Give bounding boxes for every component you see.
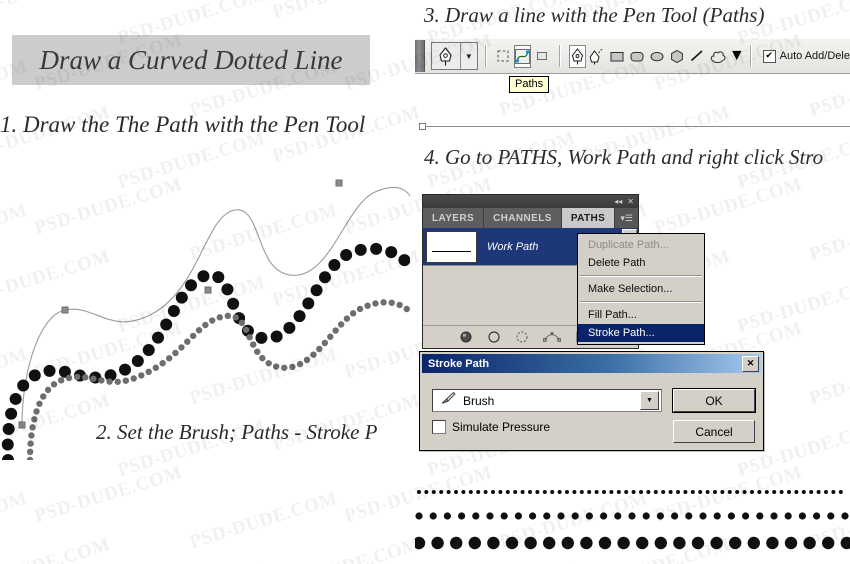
dialog-body: Brush ▼ Simulate Pressure OK Cancel <box>420 375 763 451</box>
anchor-point <box>18 421 26 429</box>
path-thumbnail-line <box>432 250 471 252</box>
close-icon[interactable]: ✕ <box>627 197 634 206</box>
watermark-text: PSD-DUDE.COM <box>270 0 423 24</box>
watermark-text: PSD-DUDE.COM <box>652 174 805 239</box>
ellipse-tool-icon[interactable] <box>648 45 666 68</box>
anchor-point <box>61 306 69 314</box>
pen-tool-icon[interactable] <box>432 43 461 69</box>
close-icon[interactable]: ✕ <box>742 355 759 372</box>
dotted-line-small <box>417 490 843 494</box>
active-tool-well[interactable]: ▼ <box>430 42 478 70</box>
fill-path-with-foreground-icon[interactable] <box>459 330 473 344</box>
anchor-point <box>204 286 212 294</box>
panel-titlebar: ◂◂ ✕ <box>423 195 638 208</box>
anchor-point <box>335 179 343 187</box>
pen-tool-icon[interactable] <box>568 44 586 68</box>
divider <box>484 45 487 67</box>
make-work-path-from-selection-icon[interactable] <box>543 330 561 344</box>
tool-preset-caret-icon[interactable]: ▼ <box>461 43 477 69</box>
page-title: Draw a Curved Dotted Line <box>39 45 343 75</box>
stroke-path-dialog[interactable]: Stroke Path ✕ Brush ▼ Simulate Pressure … <box>419 351 764 451</box>
custom-shape-tool-icon[interactable] <box>708 45 728 68</box>
watermark-text: PSD-DUDE.COM <box>32 462 185 527</box>
watermark-text: PSD-DUDE.COM <box>0 0 113 24</box>
menu-divider <box>580 301 702 303</box>
chevron-down-icon[interactable]: ▼ <box>640 391 659 410</box>
divider <box>558 45 561 67</box>
checkbox-box[interactable] <box>432 420 446 434</box>
pen-path-curve <box>21 186 410 426</box>
panel-tab-row[interactable]: LAYERS CHANNELS PATHS ▾☰ <box>423 208 638 228</box>
step-4-heading: 4. Go to PATHS, Work Path and right clic… <box>424 145 824 169</box>
stroke-path-with-brush-icon[interactable] <box>487 330 501 344</box>
divider <box>749 45 752 67</box>
watermark-text: PSD-DUDE.COM <box>425 560 578 564</box>
fill-pixels-icon[interactable] <box>533 45 550 68</box>
menu-item-stroke-path[interactable]: Stroke Path... <box>578 324 704 342</box>
cancel-button[interactable]: Cancel <box>673 420 755 443</box>
paths-tooltip: Paths <box>509 76 550 93</box>
watermark-text: PSD-DUDE.COM <box>115 560 268 564</box>
stroke-tool-dropdown[interactable]: Brush ▼ <box>432 389 662 412</box>
watermark-text: PSD-DUDE.COM <box>735 560 850 564</box>
step-3-heading: 3. Draw a line with the Pen Tool (Paths) <box>424 3 765 27</box>
simulate-pressure-checkbox[interactable]: Simulate Pressure <box>432 420 550 434</box>
watermark-text: PSD-DUDE.COM <box>807 200 850 265</box>
watermark-text: PSD-DUDE.COM <box>807 344 850 409</box>
paths-mode-icon[interactable] <box>513 44 532 68</box>
tutorial-canvas: Draw a Curved Dotted Line 1. Draw the Th… <box>0 0 850 564</box>
path-context-menu[interactable]: Duplicate Path... Delete Path Make Selec… <box>577 233 705 345</box>
step-1-heading: 1. Draw the The Path with the Pen Tool <box>0 112 366 137</box>
watermark-text: PSD-DUDE.COM <box>0 534 113 564</box>
ok-button[interactable]: OK <box>672 388 756 413</box>
watermark-text: PSD-DUDE.COM <box>0 488 30 553</box>
path-thumbnail[interactable] <box>426 230 477 263</box>
dialog-title: Stroke Path <box>428 357 490 370</box>
polygon-tool-icon[interactable] <box>668 45 686 68</box>
tab-paths[interactable]: PATHS <box>561 208 616 228</box>
menu-item-make-selection[interactable]: Make Selection... <box>578 280 704 298</box>
dotted-line-medium <box>415 512 849 520</box>
rounded-rectangle-tool-icon[interactable] <box>628 45 646 68</box>
menu-item-delete-path[interactable]: Delete Path <box>578 254 704 272</box>
auto-add-delete-checkbox[interactable]: ✔ Auto Add/Dele <box>762 49 850 63</box>
shape-layers-icon[interactable] <box>495 45 512 68</box>
rectangle-tool-icon[interactable] <box>608 45 626 68</box>
path-name-label: Work Path <box>487 240 539 253</box>
options-bar-grip[interactable] <box>415 40 425 72</box>
watermark-text: PSD-DUDE.COM <box>187 488 340 553</box>
custom-shape-caret-icon[interactable]: ▼ <box>729 47 745 65</box>
curve-artwork <box>1 179 410 460</box>
tool-options-bar[interactable]: ▼ ▼ ✔ Auto Add/Dele <box>415 38 850 74</box>
line-tool-icon[interactable] <box>688 45 706 68</box>
load-path-as-selection-icon[interactable] <box>515 330 529 344</box>
collapse-icon[interactable]: ◂◂ <box>614 197 622 206</box>
dotted-line-samples <box>415 490 850 550</box>
simulate-pressure-label: Simulate Pressure <box>452 420 551 434</box>
brush-icon <box>439 391 456 410</box>
tutorial-title-banner: Draw a Curved Dotted Line <box>12 35 370 85</box>
tab-layers[interactable]: LAYERS <box>423 208 485 228</box>
stroke-tool-value: Brush <box>463 393 495 408</box>
tab-channels[interactable]: CHANNELS <box>484 208 562 228</box>
menu-item-duplicate-path: Duplicate Path... <box>588 239 669 251</box>
step-2-heading: 2. Set the Brush; Paths - Stroke P <box>96 420 378 444</box>
freeform-pen-tool-icon[interactable] <box>588 45 606 68</box>
straight-pen-path <box>419 123 850 130</box>
menu-divider <box>580 275 702 277</box>
dialog-titlebar: Stroke Path ✕ <box>422 354 761 373</box>
watermark-text: PSD-DUDE.COM <box>270 534 423 564</box>
anchor-point <box>419 123 426 130</box>
watermark-text: PSD-DUDE.COM <box>735 272 850 337</box>
checkbox-check-icon[interactable]: ✔ <box>762 49 776 63</box>
panel-menu-icon[interactable]: ▾☰ <box>620 208 638 228</box>
menu-item-fill-path[interactable]: Fill Path... <box>578 306 704 324</box>
dotted-line-large <box>415 536 850 550</box>
auto-add-delete-label: Auto Add/Dele <box>779 50 850 62</box>
